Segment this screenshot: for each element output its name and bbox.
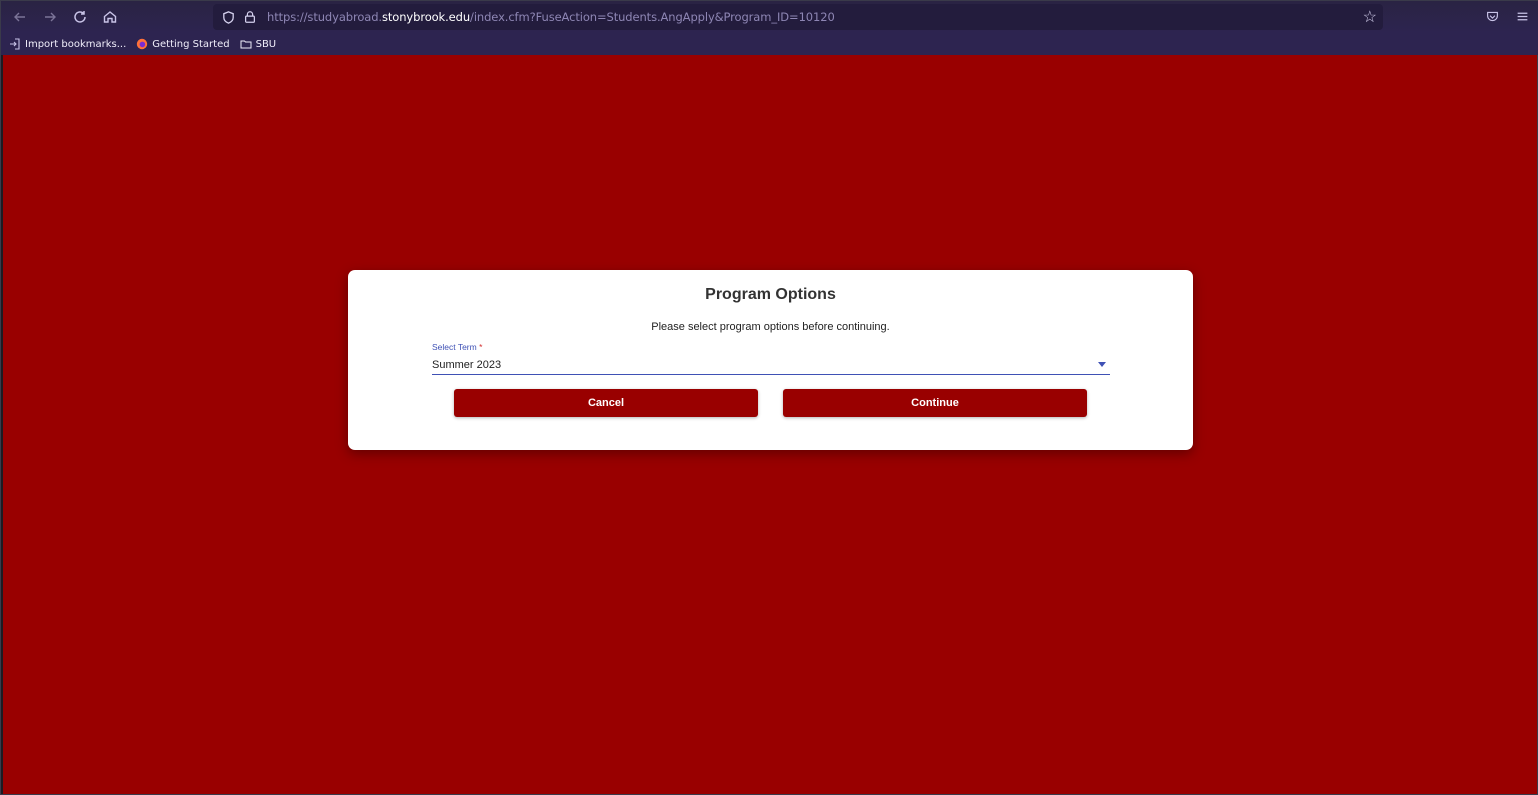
dialog-subtitle: Please select program options before con… [651,321,890,333]
arrow-left-icon [14,12,25,22]
bookmark-sbu-folder[interactable]: SBU [240,38,277,50]
browser-toolbar: https://studyabroad.stonybrook.edu/index… [1,1,1538,33]
bookmark-getting-started[interactable]: Getting Started [136,38,230,50]
dropdown-arrow-icon [1098,362,1106,367]
page-content: Program Options Please select program op… [3,55,1537,794]
bookmark-label: SBU [255,38,277,50]
forward-button[interactable] [35,3,65,31]
menu-icon[interactable] [1513,5,1531,27]
url-text[interactable]: https://studyabroad.stonybrook.edu/index… [267,10,835,24]
select-term-label: Select Term * [432,342,483,352]
program-options-dialog: Program Options Please select program op… [348,270,1193,450]
bookmark-label: Getting Started [152,38,230,50]
folder-icon [240,40,252,49]
browser-window: https://studyabroad.stonybrook.edu/index… [0,0,1538,795]
select-term-value: Summer 2023 [432,359,502,371]
cancel-button[interactable]: Cancel [454,389,758,417]
import-icon [10,38,20,50]
home-icon [103,11,117,23]
back-button[interactable] [5,3,35,31]
lock-icon[interactable] [239,6,261,28]
pocket-icon[interactable] [1483,5,1501,27]
home-button[interactable] [95,3,125,31]
bookmark-import[interactable]: Import bookmarks... [9,38,126,50]
shield-icon[interactable] [217,6,239,28]
select-term-dropdown[interactable]: Summer 2023 [432,354,1110,375]
reload-button[interactable] [65,3,95,31]
firefox-icon [137,38,148,50]
continue-button[interactable]: Continue [783,389,1087,417]
bookmarks-bar: Import bookmarks... Getting Started SBU [1,33,1538,55]
address-bar[interactable]: https://studyabroad.stonybrook.edu/index… [213,4,1383,30]
reload-icon [74,11,86,23]
arrow-right-icon [45,12,56,22]
bookmark-label: Import bookmarks... [25,38,127,50]
bookmark-star-icon[interactable]: ☆ [1363,7,1377,27]
dialog-title: Program Options [705,286,836,303]
required-marker: * [479,342,483,352]
toolbar-right [1483,5,1531,27]
